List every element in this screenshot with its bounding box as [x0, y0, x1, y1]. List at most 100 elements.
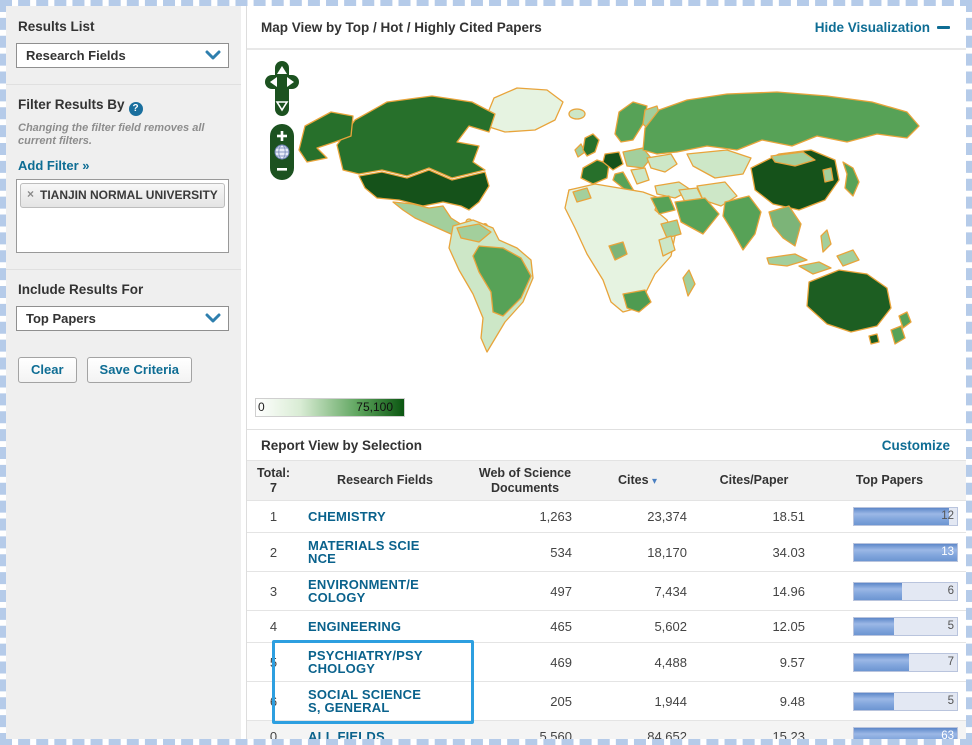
- map-region-australia[interactable]: [806, 269, 892, 333]
- row-field: SOCIAL SCIENCES, GENERAL: [300, 681, 470, 721]
- hide-visualization-link[interactable]: Hide Visualization: [815, 20, 950, 35]
- top-papers-bar: 7: [853, 652, 958, 672]
- filter-note: Changing the filter field removes all cu…: [18, 121, 205, 148]
- results-list-dropdown[interactable]: Research Fields: [16, 43, 229, 68]
- top-papers-bar: 12: [853, 507, 958, 526]
- row-wos-documents: 5,560: [470, 720, 580, 739]
- map-region-japan[interactable]: [842, 161, 860, 197]
- sort-arrow-icon: ▾: [652, 476, 658, 488]
- row-cites: 4,488: [580, 642, 695, 682]
- row-cites-per-paper: 15.23: [695, 720, 813, 739]
- map-region-ukraine[interactable]: [646, 153, 678, 173]
- research-field-link[interactable]: ALL FIELDS: [308, 730, 426, 739]
- top-papers-bar: 6: [853, 581, 958, 601]
- row-cites: 1,944: [580, 681, 695, 721]
- map-region-south-africa[interactable]: [622, 289, 652, 313]
- total-header: Total: 7: [247, 460, 300, 501]
- row-wos-documents: 465: [470, 610, 580, 643]
- map-pan-control[interactable]: [263, 60, 301, 118]
- row-top-papers: 12: [813, 500, 966, 533]
- row-top-papers: 5: [813, 681, 966, 721]
- research-field-link[interactable]: CHEMISTRY: [308, 510, 426, 523]
- sidebar-divider: [6, 269, 241, 270]
- map-region-russia[interactable]: [642, 91, 920, 155]
- research-field-link[interactable]: PSYCHIATRY/PSYCHOLOGY: [308, 649, 426, 675]
- cites-per-paper-header: Cites/Paper: [695, 460, 813, 501]
- map-region-india[interactable]: [722, 195, 762, 251]
- world-choropleth-map[interactable]: [247, 50, 965, 395]
- map-legend: 0 75,100: [255, 398, 405, 417]
- row-top-papers: 6: [813, 571, 966, 611]
- sidebar-divider: [6, 84, 241, 85]
- row-top-papers: 7: [813, 642, 966, 682]
- research-field-link[interactable]: ENGINEERING: [308, 620, 426, 633]
- map-region-iceland[interactable]: [568, 108, 586, 120]
- map-region-usa[interactable]: [358, 169, 490, 211]
- map-region-balkans[interactable]: [630, 167, 650, 185]
- top-papers-bar: 63: [853, 727, 958, 739]
- row-cites: 7,434: [580, 571, 695, 611]
- page: Results List Research Fields Filter Resu…: [0, 0, 972, 745]
- help-icon[interactable]: ?: [128, 101, 143, 116]
- map-region-norway-sweden[interactable]: [614, 101, 648, 143]
- row-rank: 2: [247, 532, 300, 572]
- table-row: 0 ALL FIELDS 5,560 84,652 15.23 63: [247, 720, 966, 739]
- research-fields-header: Research Fields: [300, 460, 470, 501]
- chevron-down-icon: [205, 310, 221, 328]
- research-field-link[interactable]: MATERIALS SCIENCE: [308, 539, 426, 565]
- top-papers-bar: 5: [853, 617, 958, 636]
- row-cites-per-paper: 14.96: [695, 571, 813, 611]
- row-wos-documents: 469: [470, 642, 580, 682]
- clear-button[interactable]: Clear: [18, 357, 77, 383]
- customize-link[interactable]: Customize: [882, 438, 950, 453]
- map-region-new-zealand[interactable]: [890, 325, 906, 345]
- table-row: 5 PSYCHIATRY/PSYCHOLOGY 469 4,488 9.57 7: [247, 642, 966, 682]
- map-region-indonesia[interactable]: [766, 253, 808, 267]
- results-list-heading: Results List: [18, 19, 95, 34]
- map-region-se-asia[interactable]: [768, 205, 802, 247]
- map-area: [247, 50, 966, 395]
- sidebar: Results List Research Fields Filter Resu…: [6, 6, 241, 739]
- map-region-canada[interactable]: [336, 95, 496, 179]
- map-region-philippines[interactable]: [820, 229, 832, 253]
- report-table-body: 1 CHEMISTRY 1,263 23,374 18.51 12 2 MATERIALS S…: [247, 500, 966, 739]
- wos-documents-header: Web of Science Documents: [470, 460, 580, 501]
- save-criteria-button[interactable]: Save Criteria: [86, 357, 193, 383]
- map-region-indonesia[interactable]: [798, 261, 832, 275]
- top-papers-count: 7: [947, 655, 954, 668]
- row-wos-documents: 205: [470, 681, 580, 721]
- row-top-papers: 63: [813, 720, 966, 739]
- map-region-greenland[interactable]: [482, 87, 564, 133]
- map-zoom-control[interactable]: [269, 123, 295, 181]
- map-region-new-guinea[interactable]: [836, 249, 860, 267]
- remove-filter-icon[interactable]: ×: [27, 188, 34, 201]
- row-rank: 5: [247, 642, 300, 682]
- row-rank: 3: [247, 571, 300, 611]
- include-results-dropdown[interactable]: Top Papers: [16, 306, 229, 331]
- row-cites: 18,170: [580, 532, 695, 572]
- row-field: ENVIRONMENT/ECOLOGY: [300, 571, 470, 611]
- map-region-uk[interactable]: [582, 133, 600, 157]
- cites-sort-header[interactable]: Cites ▾: [580, 460, 695, 501]
- research-field-link[interactable]: ENVIRONMENT/ECOLOGY: [308, 578, 426, 604]
- visualization-title: Map View by Top / Hot / Highly Cited Pap…: [261, 19, 542, 35]
- row-cites-per-paper: 34.03: [695, 532, 813, 572]
- filter-chip[interactable]: × TIANJIN NORMAL UNIVERSITY: [20, 183, 225, 209]
- map-controls: [263, 60, 301, 181]
- legend-max-label: 75,100: [356, 400, 393, 414]
- row-field: CHEMISTRY: [300, 500, 470, 533]
- row-rank: 6: [247, 681, 300, 721]
- row-wos-documents: 1,263: [470, 500, 580, 533]
- add-filter-link[interactable]: Add Filter »: [18, 158, 90, 173]
- table-row: 3 ENVIRONMENT/ECOLOGY 497 7,434 14.96 6: [247, 571, 966, 611]
- filter-chip-label: TIANJIN NORMAL UNIVERSITY: [40, 188, 218, 202]
- map-region-tasmania[interactable]: [868, 333, 880, 345]
- row-wos-documents: 497: [470, 571, 580, 611]
- map-region-kazakhstan[interactable]: [686, 149, 752, 179]
- map-region-madagascar[interactable]: [682, 269, 696, 297]
- research-field-link[interactable]: SOCIAL SCIENCES, GENERAL: [308, 688, 426, 714]
- map-region-korea[interactable]: [822, 167, 834, 183]
- results-list-selected: Research Fields: [26, 48, 126, 63]
- table-row: 1 CHEMISTRY 1,263 23,374 18.51 12: [247, 500, 966, 533]
- chevron-down-icon: [205, 47, 221, 65]
